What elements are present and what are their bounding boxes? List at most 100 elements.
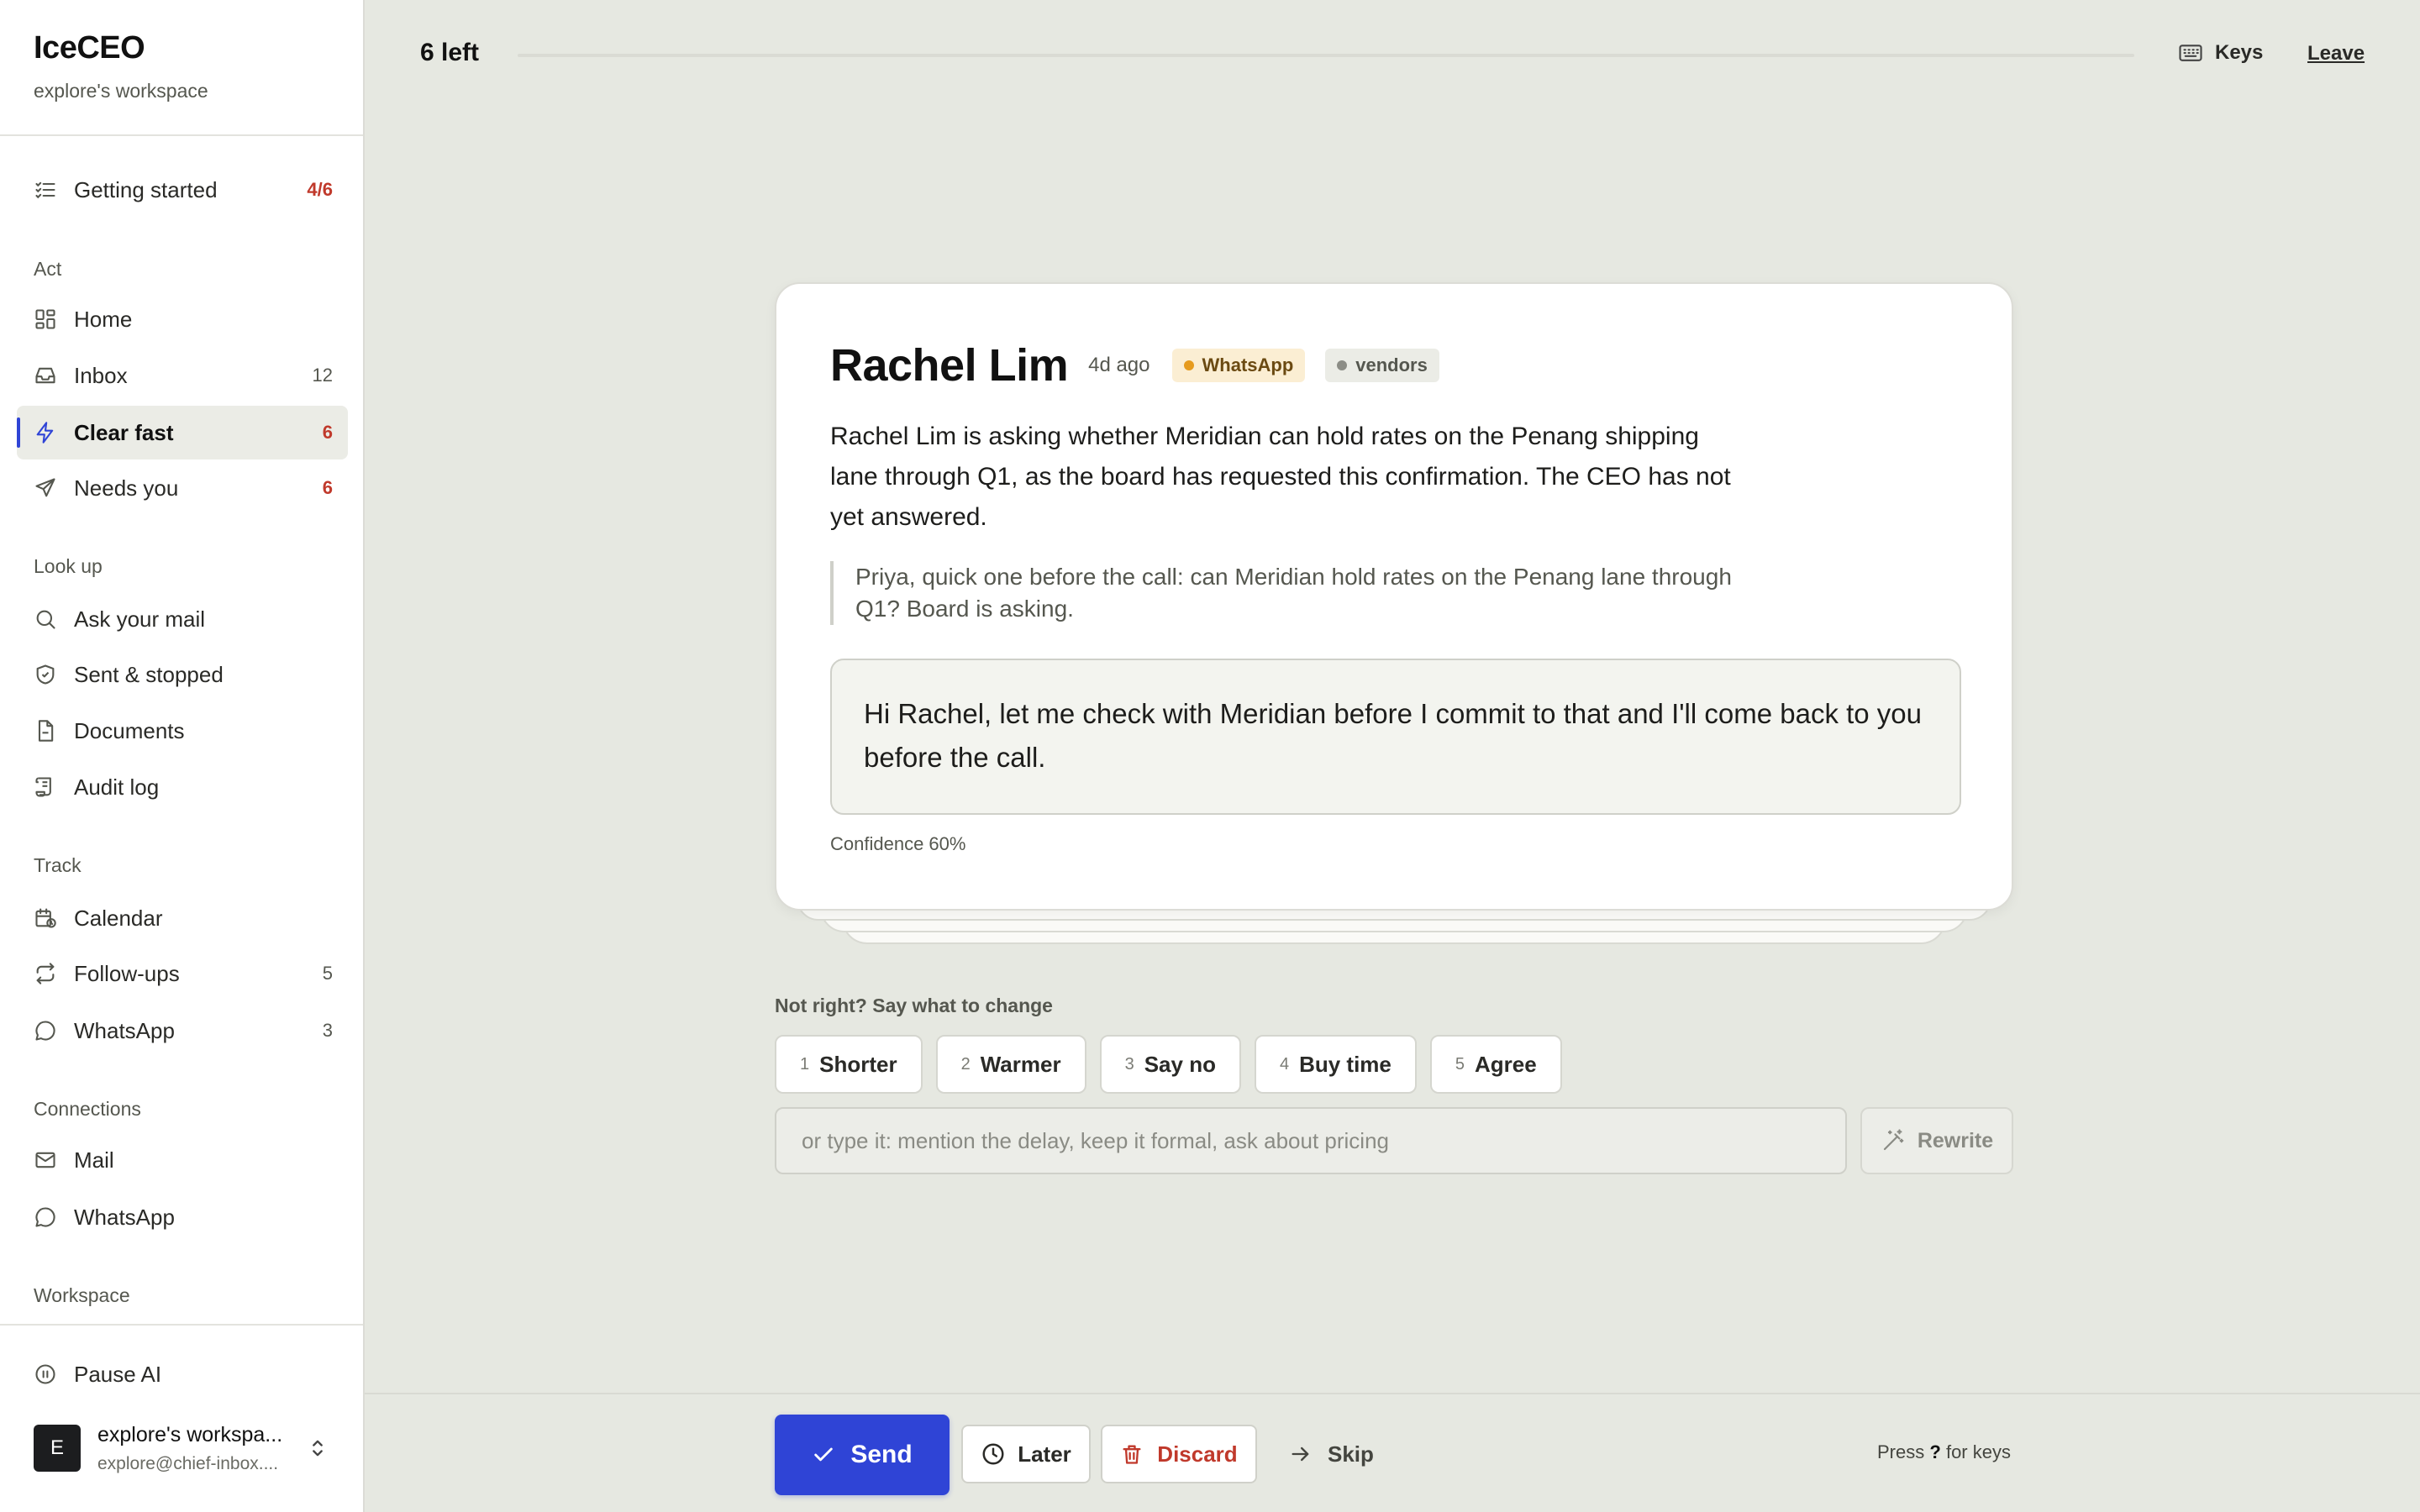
section-label-workspace: Workspace [34,1284,130,1306]
message-age: 4d ago [1088,354,1150,376]
sidebar-item-sent-stopped[interactable]: Sent & stopped [17,648,348,701]
sidebar-item-label: Needs you [74,475,179,501]
avatar: E [34,1425,81,1472]
sidebar: IceCEO explore's workspace Getting start… [0,0,365,1512]
search-icon [36,610,55,629]
checklist-icon [35,181,55,199]
needs-you-count: 6 [322,477,333,498]
confidence-score: Confidence 60% [830,833,966,854]
pause-ai-button[interactable]: Pause AI [17,1347,348,1401]
send-label: Send [850,1441,913,1468]
shortcut-key: 4 [1279,1054,1290,1074]
sidebar-item-documents[interactable]: Documents [17,704,348,758]
document-icon [38,720,54,742]
send-button[interactable]: Send [775,1415,950,1495]
shortcut-key: 1 [800,1054,810,1074]
sidebar-item-label: Getting started [74,176,218,202]
mail-icon [35,1152,55,1168]
progress-bar [518,54,2134,57]
trash-icon [1123,1445,1141,1464]
pause-ai-label: Pause AI [74,1361,162,1387]
sidebar-item-label: WhatsApp [74,1017,175,1043]
clear-fast-count: 6 [322,422,333,443]
draft-reply[interactable]: Hi Rachel, let me check with Meridian be… [830,659,1961,815]
sidebar-item-mail[interactable]: Mail [17,1133,348,1187]
sidebar-item-home[interactable]: Home [17,292,348,346]
sidebar-item-label: Calendar [74,905,163,931]
sidebar-item-needs-you[interactable]: Needs you 6 [17,461,348,515]
message-card: Rachel Lim 4d ago WhatsApp vendors Rache… [775,282,2013,911]
leave-link[interactable]: Leave [2307,42,2365,66]
option-label: Warmer [980,1051,1061,1077]
pause-icon [35,1364,55,1384]
rewrite-instruction-input[interactable] [775,1107,1847,1174]
option-label: Agree [1475,1051,1537,1077]
brand: IceCEO explore's workspace [34,29,208,102]
option-label: Say no [1144,1051,1216,1077]
discard-button[interactable]: Discard [1101,1425,1257,1483]
divider [0,1324,363,1326]
action-bar [365,1393,2420,1512]
contact-name: Rachel Lim [830,340,1069,391]
rewrite-button[interactable]: Rewrite [1860,1107,2013,1174]
sidebar-item-label: Inbox [74,362,128,388]
account-info: explore's workspa... explore@chief-inbox… [97,1423,291,1474]
chevron-up-down-icon [313,1440,323,1457]
keyboard-hint: Press ? for keys [1877,1441,2011,1463]
lightning-icon [36,422,54,444]
sidebar-item-whatsapp[interactable]: WhatsApp 3 [17,1004,348,1058]
sidebar-item-label: WhatsApp [74,1204,175,1230]
sidebar-item-label: Documents [74,717,185,743]
send-icon [35,478,55,497]
hint-prefix: Press [1877,1441,1925,1462]
shortcut-key: 5 [1455,1054,1465,1074]
section-label-act: Act [34,258,62,280]
later-label: Later [1018,1441,1071,1467]
tag-label: vendors [1355,354,1428,375]
say-no-button[interactable]: 3 Say no [1099,1035,1241,1094]
discard-label: Discard [1157,1441,1238,1467]
sidebar-item-audit-log[interactable]: Audit log [17,760,348,814]
sidebar-item-label: Ask your mail [74,606,206,632]
shortcut-key: 3 [1124,1054,1134,1074]
clock-icon [982,1443,1004,1465]
buy-time-button[interactable]: 4 Buy time [1254,1035,1417,1094]
sidebar-item-clear-fast[interactable]: Clear fast 6 [17,406,348,459]
keys-label: Keys [2215,41,2264,64]
grid-icon [35,309,55,329]
sidebar-item-follow-ups[interactable]: Follow-ups 5 [17,947,348,1000]
keys-button[interactable]: Keys [2178,40,2263,66]
account-switcher[interactable]: E explore's workspa... explore@chief-inb… [34,1421,345,1475]
account-name: explore's workspa... [97,1422,283,1446]
quick-refine-options: 1 Shorter 2 Warmer 3 Say no 4 Buy time 5… [775,1035,1576,1094]
original-message-quote: Priya, quick one before the call: can Me… [830,561,1738,625]
calendar-icon [35,908,56,928]
sidebar-item-ask-your-mail[interactable]: Ask your mail [17,592,348,646]
later-button[interactable]: Later [961,1425,1091,1483]
shorter-button[interactable]: 1 Shorter [775,1035,923,1094]
sidebar-item-whatsapp-connection[interactable]: WhatsApp [17,1190,348,1244]
message-summary: Rachel Lim is asking whether Meridian ca… [830,423,1731,531]
sidebar-item-label: Sent & stopped [74,661,224,687]
scroll-icon [35,777,51,797]
sidebar-item-inbox[interactable]: Inbox 12 [17,349,348,402]
divider [0,134,363,136]
sidebar-item-calendar[interactable]: Calendar [17,891,348,945]
chat-icon [35,1021,55,1041]
section-label-connections: Connections [34,1098,141,1120]
channel-badge: WhatsApp [1171,349,1306,382]
tag-badge: vendors [1325,349,1439,382]
skip-button[interactable]: Skip [1289,1425,1374,1483]
skip-label: Skip [1328,1441,1374,1467]
sidebar-item-label: Mail [74,1147,114,1173]
card-header: Rachel Lim 4d ago WhatsApp vendors [830,339,1439,391]
agree-button[interactable]: 5 Agree [1429,1035,1562,1094]
workspace-name: explore's workspace [34,80,208,102]
remaining-count: 6 left [420,39,480,66]
inbox-count: 12 [312,365,333,386]
option-label: Shorter [819,1051,897,1077]
follow-ups-count: 5 [322,963,333,984]
sidebar-item-getting-started[interactable]: Getting started 4/6 [17,163,348,217]
warmer-button[interactable]: 2 Warmer [935,1035,1086,1094]
section-label-track: Track [34,854,82,876]
